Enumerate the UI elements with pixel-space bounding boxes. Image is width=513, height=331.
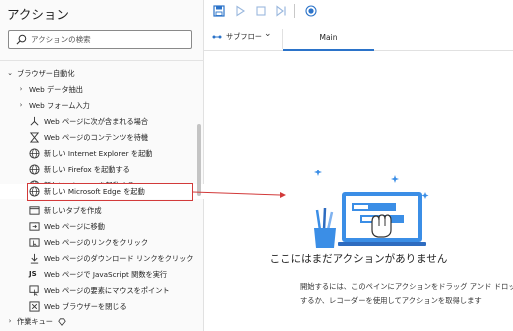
hover-icon xyxy=(29,285,39,296)
tree-action-if-webpage-contains[interactable]: Web ページに次が含まれる場合 xyxy=(0,114,204,129)
tree-action-navigate[interactable]: Web ページに移動 xyxy=(0,219,204,234)
tree-action-click-download[interactable]: Web ページのダウンロード リンクをクリック xyxy=(0,251,204,266)
new-tab-icon xyxy=(29,206,40,215)
tree-action-close-browser[interactable]: Web ブラウザーを閉じる xyxy=(0,299,204,314)
subflow-icon xyxy=(212,35,222,39)
pane-divider xyxy=(0,60,204,61)
actions-pane: アクション アクションの検索 ⌄ ブラウザー自動化 › Web データ抽出 › … xyxy=(0,0,204,331)
tree-item-label: Web ページのダウンロード リンクをクリック xyxy=(44,254,194,263)
tree-item-label: Web ページで JavaScript 関数を実行 xyxy=(44,270,168,279)
hourglass-icon xyxy=(29,132,40,143)
tree-action-wait-for-content[interactable]: Web ページのコンテンツを待機 xyxy=(0,130,204,145)
pane-scrollbar[interactable] xyxy=(197,124,201,196)
tree-item-label: Web ページに移動 xyxy=(44,222,105,231)
search-icon xyxy=(16,34,27,45)
tree-item-label: 新しい Internet Explorer を起動 xyxy=(44,149,153,158)
tree-item-label: 新しいタブを作成 xyxy=(44,206,102,215)
js-icon: JS xyxy=(29,270,37,278)
tree-item-label: Web ページのリンクをクリック xyxy=(44,238,149,247)
empty-state-title: ここにはまだアクションがありません xyxy=(269,253,448,265)
chevron-right-icon: › xyxy=(19,101,23,109)
tree-group-browser-automation[interactable]: ⌄ ブラウザー自動化 xyxy=(0,66,204,81)
tree-group-web-form-fill[interactable]: › Web フォーム入力 xyxy=(0,98,204,113)
tree-item-label: Web フォーム入力 xyxy=(29,101,90,110)
record-icon[interactable] xyxy=(305,5,317,17)
chevron-right-icon: › xyxy=(19,85,23,93)
premium-icon xyxy=(58,318,66,326)
chevron-down-icon[interactable]: ⌄ xyxy=(264,29,272,39)
tree-item-label: Web データ抽出 xyxy=(29,85,83,94)
tree-action-new-tab[interactable]: 新しいタブを作成 xyxy=(0,203,204,218)
click-link-icon xyxy=(29,238,40,247)
navigate-icon xyxy=(29,222,40,231)
tree-item-label: Web ページの要素にマウスをポイント xyxy=(44,286,170,295)
designer-tabbar: サブフロー ⌄ Main xyxy=(204,27,513,51)
stop-icon[interactable] xyxy=(255,5,267,17)
tree-item-label: Web ページのコンテンツを待機 xyxy=(44,133,149,142)
save-icon[interactable] xyxy=(213,5,225,17)
subflow-label: サブフロー xyxy=(226,32,262,41)
tree-item-label: Web ブラウザーを閉じる xyxy=(44,302,127,311)
toolbar-separator xyxy=(294,4,295,18)
search-placeholder: アクションの検索 xyxy=(31,35,91,44)
globe-icon xyxy=(29,164,40,175)
tab-main[interactable]: Main xyxy=(283,27,374,51)
chevron-down-icon: ⌄ xyxy=(7,69,13,77)
tree-action-launch-ie[interactable]: 新しい Internet Explorer を起動 xyxy=(0,146,204,161)
highlight-box xyxy=(27,183,193,201)
tab-main-label: Main xyxy=(319,33,338,42)
tree-item-label: 新しい Firefox を起動する xyxy=(44,165,130,174)
tree-action-launch-firefox[interactable]: 新しい Firefox を起動する xyxy=(0,162,204,177)
step-icon[interactable] xyxy=(275,5,287,17)
download-icon xyxy=(30,253,39,264)
tree-group-web-data-extraction[interactable]: › Web データ抽出 xyxy=(0,82,204,97)
tree-item-label: ブラウザー自動化 xyxy=(17,69,75,78)
tree-action-run-javascript[interactable]: JS Web ページで JavaScript 関数を実行 xyxy=(0,267,204,282)
flow-designer: サブフロー ⌄ Main ここにはまだアクションがありません 開始するには、この… xyxy=(204,0,513,331)
chevron-right-icon: › xyxy=(8,317,12,325)
close-box-icon xyxy=(29,301,40,312)
tree-action-click-link[interactable]: Web ページのリンクをクリック xyxy=(0,235,204,250)
hand-cursor-icon xyxy=(371,214,392,238)
tree-item-label: Web ページに次が含まれる場合 xyxy=(44,117,149,126)
branch-icon xyxy=(30,116,39,126)
tree-group-work-queue[interactable]: › 作業キュー xyxy=(0,314,204,329)
run-icon[interactable] xyxy=(234,5,246,17)
actions-pane-title: アクション xyxy=(7,7,69,22)
pencil-cup-icon xyxy=(314,207,336,248)
empty-state-illustration xyxy=(314,170,429,248)
tree-item-label: 作業キュー xyxy=(17,317,53,326)
designer-toolbar xyxy=(204,0,513,24)
tree-action-hover-element[interactable]: Web ページの要素にマウスをポイント xyxy=(0,283,204,298)
empty-state-description-line2: するか、レコーダーを使用してアクションを取得します xyxy=(300,296,482,305)
empty-state-description-line1: 開始するには、このペインにアクションをドラッグ アンド ドロップ xyxy=(300,282,513,291)
globe-icon xyxy=(29,148,40,159)
action-search-input[interactable]: アクションの検索 xyxy=(8,30,192,49)
